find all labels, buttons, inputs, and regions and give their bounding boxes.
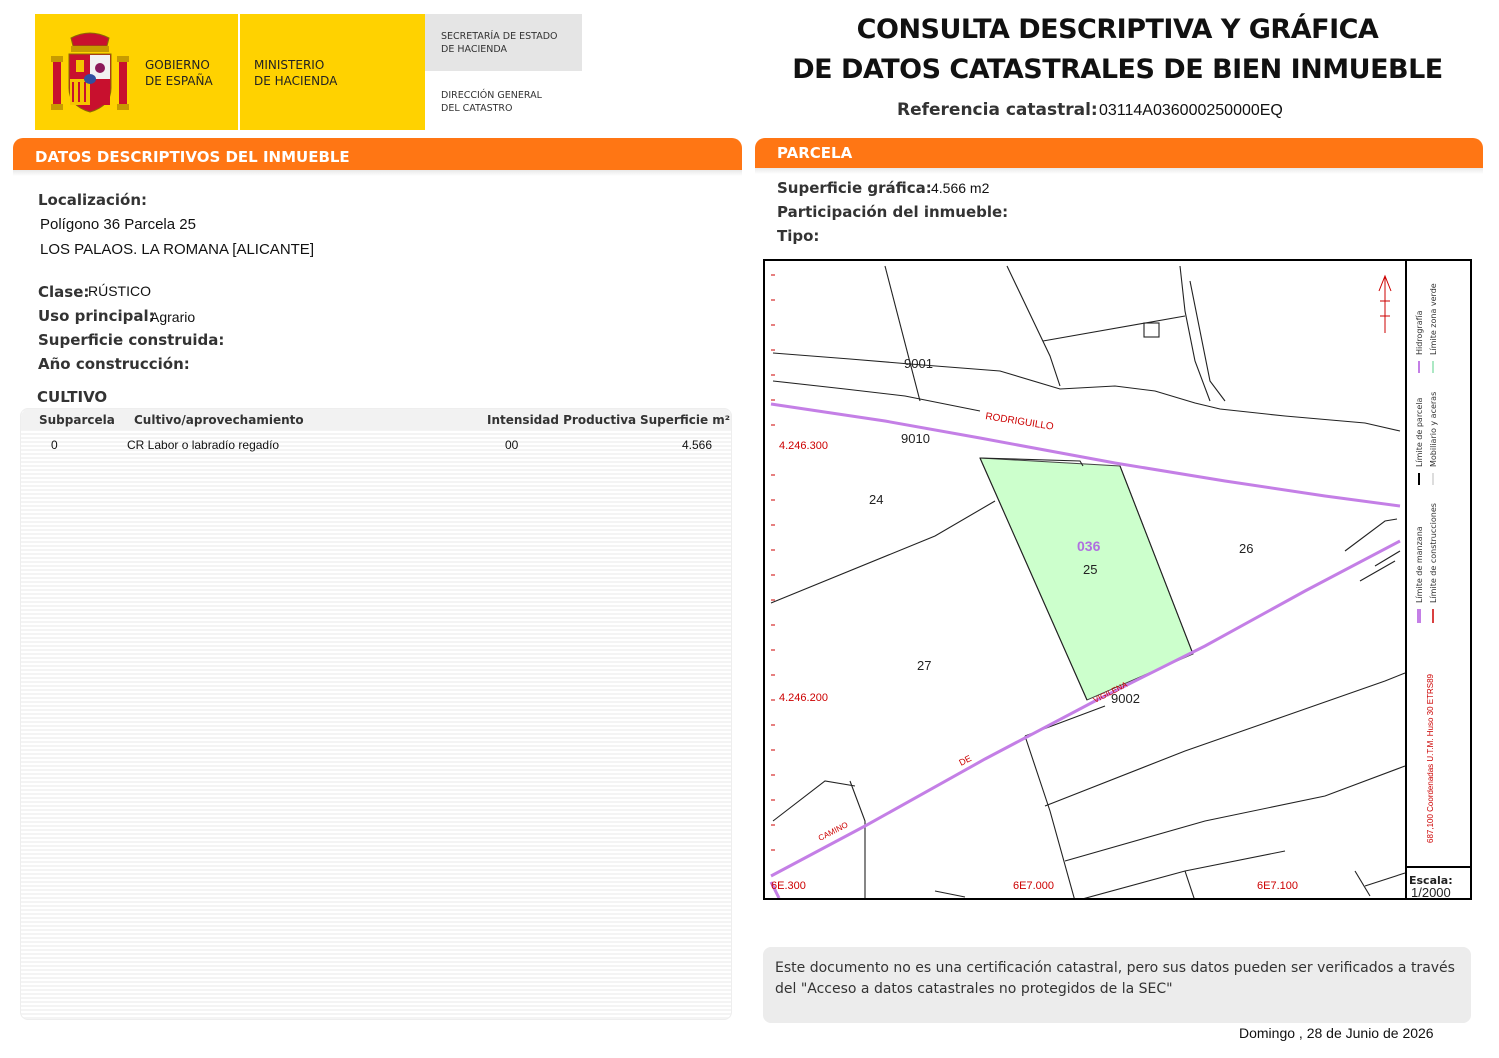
map-road-camino: CAMINO <box>817 820 850 843</box>
logo-gobierno-line2: DE ESPAÑA <box>145 74 213 88</box>
map-label-26: 26 <box>1239 541 1253 556</box>
localizacion-line1: Polígono 36 Parcela 25 <box>40 216 196 233</box>
map-label-25: 25 <box>1083 562 1097 577</box>
tipo-label: Tipo: <box>777 227 820 245</box>
legend-hidrografia: Hidrografía <box>1415 310 1424 355</box>
map-polygon-036: 036 <box>1077 538 1101 554</box>
td-subparcela: 0 <box>51 438 58 452</box>
map-label-24: 24 <box>869 492 883 507</box>
legend-construcciones: Límite de construcciones <box>1429 503 1438 603</box>
right-panel-header: PARCELA <box>755 138 1483 168</box>
ref-catastral-label: Referencia catastral: <box>897 100 1098 120</box>
anio-construccion-label: Año construcción: <box>38 355 190 373</box>
left-panel-header-shadow <box>13 170 742 176</box>
table-row: 0 CR Labor o labradío regadío 00 4.566 <box>21 409 731 457</box>
logo-block: GOBIERNO DE ESPAÑA MINISTERIO DE HACIEND… <box>35 14 582 130</box>
map-road-rodriguillo: RODRIGUILLO <box>985 411 1055 433</box>
small-building <box>1143 322 1160 338</box>
parcel-25-highlight <box>979 457 1194 701</box>
notice-box: Este documento no es una certificación c… <box>763 947 1471 1023</box>
right-panel-header-text: PARCELA <box>777 144 853 162</box>
logo-ministerio-line1: MINISTERIO <box>254 58 325 72</box>
notice-text: Este documento no es una certificación c… <box>775 960 1455 997</box>
logo-secretaria-line2: DE HACIENDA <box>441 44 508 55</box>
page-title-line1: CONSULTA DESCRIPTIVA Y GRÁFICA <box>856 14 1379 45</box>
logo-ministerio-line2: DE HACIENDA <box>254 74 338 88</box>
cultivo-table: Subparcela Cultivo/aprovechamiento Inten… <box>20 408 732 1020</box>
participacion-label: Participación del inmueble: <box>777 203 1009 221</box>
clase-label: Clase: <box>38 283 90 301</box>
cadastral-map[interactable]: 9001 9010 4.246.300 RODRIGUILLO 24 036 2… <box>763 259 1472 900</box>
superficie-grafica-label: Superficie gráfica: <box>777 179 932 197</box>
map-x-left: 6E.300 <box>771 880 806 892</box>
map-coord-bottom: 4.246.200 <box>779 692 828 704</box>
right-panel-header-shadow <box>755 168 1483 174</box>
td-cultivo: CR Labor o labradío regadío <box>127 438 280 452</box>
map-label-9002: 9002 <box>1111 691 1140 706</box>
td-superficie: 4.566 <box>682 438 713 452</box>
logo-grey-panel <box>425 14 582 71</box>
superficie-grafica-value: 4.566 m2 <box>931 180 990 196</box>
page-title-line2: DE DATOS CATASTRALES DE BIEN INMUEBLE <box>792 54 1443 85</box>
map-svg: 9001 9010 4.246.300 RODRIGUILLO 24 036 2… <box>769 261 1470 898</box>
legend-mobiliario: Mobiliario y aceras <box>1429 392 1438 467</box>
map-x-mid: 6E7.000 <box>1013 880 1054 892</box>
cultivo-title: CULTIVO <box>37 388 108 406</box>
coat-of-arms-icon <box>51 32 129 113</box>
uso-principal-label: Uso principal: <box>38 307 155 325</box>
localizacion-label: Localización: <box>38 191 148 209</box>
legend-zona-verde: Límite zona verde <box>1429 283 1438 355</box>
uso-principal-value: Agrario <box>150 309 196 325</box>
document-date: Domingo , 28 de Junio de 2026 <box>1239 1025 1434 1041</box>
scale-value: 1/2000 <box>1411 885 1451 898</box>
left-panel-header: DATOS DESCRIPTIVOS DEL INMUEBLE <box>13 138 742 170</box>
localizacion-line2: LOS PALAOS. LA ROMANA [ALICANTE] <box>40 241 314 258</box>
td-intensidad: 00 <box>505 438 519 452</box>
legend-coordinates: 687,100 Coordenadas U.T.M. Huso 30 ETRS8… <box>1426 673 1435 843</box>
logo-gobierno-line1: GOBIERNO <box>145 58 210 72</box>
legend-manzana: Límite de manzana <box>1415 526 1424 603</box>
map-label-9001: 9001 <box>904 356 933 371</box>
north-arrow-icon <box>1378 274 1392 333</box>
superficie-construida-label: Superficie construida: <box>38 331 225 349</box>
map-x-right: 6E7.100 <box>1257 880 1298 892</box>
map-coord-top: 4.246.300 <box>779 440 828 452</box>
legend-parcela: Límite de parcela <box>1415 398 1424 467</box>
coordinate-ticks <box>771 274 775 851</box>
logo-direccion-line2: DEL CATASTRO <box>441 103 513 114</box>
map-label-9010: 9010 <box>901 431 930 446</box>
left-panel-header-text: DATOS DESCRIPTIVOS DEL INMUEBLE <box>35 148 350 166</box>
clase-value: RÚSTICO <box>88 283 151 299</box>
logo-direccion-line1: DIRECCIÓN GENERAL <box>441 90 542 101</box>
logo-divider <box>238 14 240 130</box>
ref-catastral-value: 03114A036000250000EQ <box>1099 102 1283 119</box>
map-label-27: 27 <box>917 658 931 673</box>
logo-secretaria-line1: SECRETARÍA DE ESTADO <box>441 31 558 42</box>
